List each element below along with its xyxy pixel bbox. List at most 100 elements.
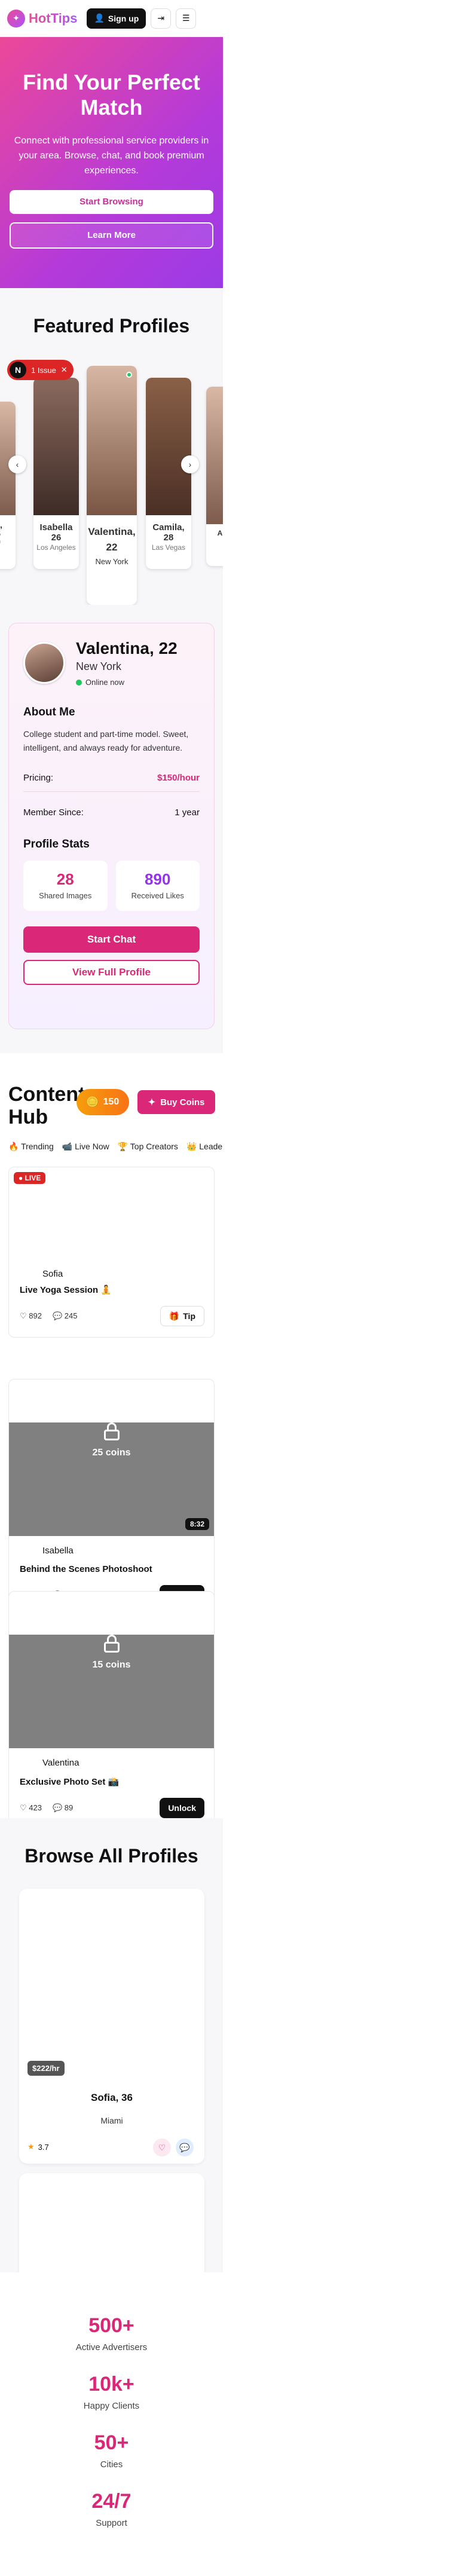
shared-images-count: 28 [56,870,74,888]
profile-name: Valentina, 22 [76,639,178,657]
brand-name: HotTips [29,10,78,26]
stat-support: 24/7 Support [0,2490,223,2528]
member-since-row: Member Since: 1 year [23,807,200,826]
learn-more-button[interactable]: Learn More [10,222,213,249]
profile-card-active[interactable]: Valentina, 22 New York [87,366,137,605]
menu-button[interactable]: ☰ [176,8,197,29]
profile-city: New York [76,660,122,672]
content-post[interactable]: 15 coins Valentina Exclusive Photo Set 📸… [8,1591,215,1829]
issue-avatar: N [10,362,26,378]
post-media[interactable]: ● LIVE Sofia [9,1167,214,1281]
profile-photo [87,366,137,515]
profile-stats-heading: Profile Stats [23,838,90,850]
post-author[interactable]: Sofia [42,1269,63,1279]
stat-label: Happy Clients [83,2401,140,2411]
profile-stats: 28 Shared Images 890 Received Likes [23,861,200,911]
tab-trending[interactable]: 🔥 Trending [8,1142,54,1152]
heart-icon: ♡ [20,1311,27,1320]
comments-count[interactable]: 💬 89 [53,1803,73,1813]
login-button[interactable]: ⇥ [151,8,172,29]
post-author[interactable]: Isabella [42,1546,214,1556]
profile-carousel[interactable]: a, 5 n Isabella 26 Los Angeles Valentina… [0,366,223,605]
online-indicator [126,372,132,378]
profile-city: Miami [100,2116,123,2125]
likes-count[interactable]: ♡ 892 [20,1311,42,1321]
login-icon: ⇥ [157,13,165,23]
start-browsing-button[interactable]: Start Browsing [10,190,213,214]
tab-leaderboard[interactable]: 👑 Leaderboard [186,1142,223,1152]
profile-name: Aria, [217,529,223,537]
sparkle-icon: ✦ [148,1097,156,1108]
about-heading: About Me [23,706,75,718]
like-button[interactable]: ♡ [153,2138,171,2156]
post-media-locked[interactable]: 25 coins 8:32 [9,1422,214,1536]
profile-name: Isabella [39,522,73,533]
tab-live-now[interactable]: 📹 Live Now [62,1142,109,1152]
tip-button[interactable]: 🎁 Tip [160,1306,204,1326]
unlock-price: 25 coins [92,1448,131,1458]
lock-icon [103,1635,121,1653]
stat-active-advertisers: 500+ Active Advertisers [0,2314,223,2352]
online-status: Online now [76,678,178,687]
post-title: Exclusive Photo Set 📸 [20,1777,120,1787]
stat-value: 24/7 [91,2490,131,2513]
profile-photo [146,378,191,515]
hero-subtitle: Connect with professional service provid… [14,136,209,176]
comments-count[interactable]: 💬 245 [53,1311,78,1321]
featured-title: Featured Profiles [33,315,190,336]
stat-label: Cities [100,2459,123,2470]
profile-card[interactable]: Camila, 28 Las Vegas [146,378,191,569]
post-title: Live Yoga Session 🧘 [20,1285,112,1295]
carousel-prev-button[interactable]: ‹ [8,455,26,473]
browse-title: Browse All Profiles [25,1845,198,1867]
stat-cities: 50+ Cities [0,2431,223,2470]
video-duration: 8:32 [185,1518,209,1530]
profile-age: 5 [0,530,16,538]
profile-card[interactable]: a, 5 n [0,402,16,569]
profile-city: n [0,538,16,545]
post-author[interactable]: Valentina [42,1758,214,1768]
sign-up-button[interactable]: 👤 Sign up [87,8,146,29]
post-media-locked[interactable]: 15 coins [9,1635,214,1748]
content-post[interactable]: 25 coins 8:32 Isabella Behind the Scenes… [8,1379,215,1617]
coin-balance[interactable]: 🪙 150 [76,1089,129,1115]
profile-photo [206,387,223,524]
profile-city: Los Angeles [36,543,76,552]
post-meta: ♡ 423 💬 89 Unlock [20,1798,214,1818]
hero-title: Find Your Perfect Match [23,70,200,120]
live-label: LIVE [25,1174,41,1182]
coin-count: 150 [103,1097,120,1107]
likes-count[interactable]: ♡ 423 [20,1803,42,1813]
stat-label: Support [96,2518,127,2528]
unlock-button[interactable]: Unlock [160,1798,204,1818]
buy-coins-button[interactable]: ✦ Buy Coins [137,1090,215,1114]
comments-value: 245 [64,1311,78,1320]
tab-top-creators[interactable]: 🏆 Top Creators [118,1142,178,1152]
content-hub-section: Content Hub 🪙 150 ✦ Buy Coins 🔥 Trending… [0,1053,223,1829]
message-button[interactable]: 💬 [176,2138,194,2156]
comment-icon: 💬 [52,1311,63,1320]
profile-card[interactable]: $222/hr Sofia, 36 Miami ★ 3.7 ♡ 💬 [19,1889,204,2164]
brand-logo[interactable]: ✦ HotTips [7,9,78,27]
content-post[interactable]: ● LIVE Sofia Live Yoga Session 🧘 ♡ 892 💬… [8,1167,215,1338]
close-icon[interactable]: ✕ [61,365,68,375]
start-chat-button[interactable]: Start Chat [23,926,200,953]
hero-section: Find Your Perfect Match Connect with pro… [0,37,223,288]
issues-badge[interactable]: N 1 Issue ✕ [7,360,74,380]
navbar: ✦ HotTips 👤 Sign up ⇥ ☰ [0,0,223,37]
profile-card[interactable]: Isabella 26 Los Angeles [33,378,79,569]
selected-profile-panel: Valentina, 22 New York Online now About … [8,623,215,1029]
comments-value: 89 [64,1803,74,1812]
star-icon: ★ [27,2142,35,2151]
member-since-label: Member Since: [23,807,84,818]
profile-name: Sofia, 36 [91,2092,133,2103]
view-full-profile-button[interactable]: View Full Profile [23,960,200,985]
profile-card[interactable] [19,2173,204,2281]
profile-card[interactable]: Aria, [206,387,223,566]
likes-value: 423 [29,1803,42,1812]
rating-value: 3.7 [38,2142,49,2152]
carousel-next-button[interactable]: › [181,455,199,473]
profile-name: Camila, [152,522,185,533]
profile-city: Las Vegas [151,543,186,552]
profile-name: Valentina, [88,526,136,537]
